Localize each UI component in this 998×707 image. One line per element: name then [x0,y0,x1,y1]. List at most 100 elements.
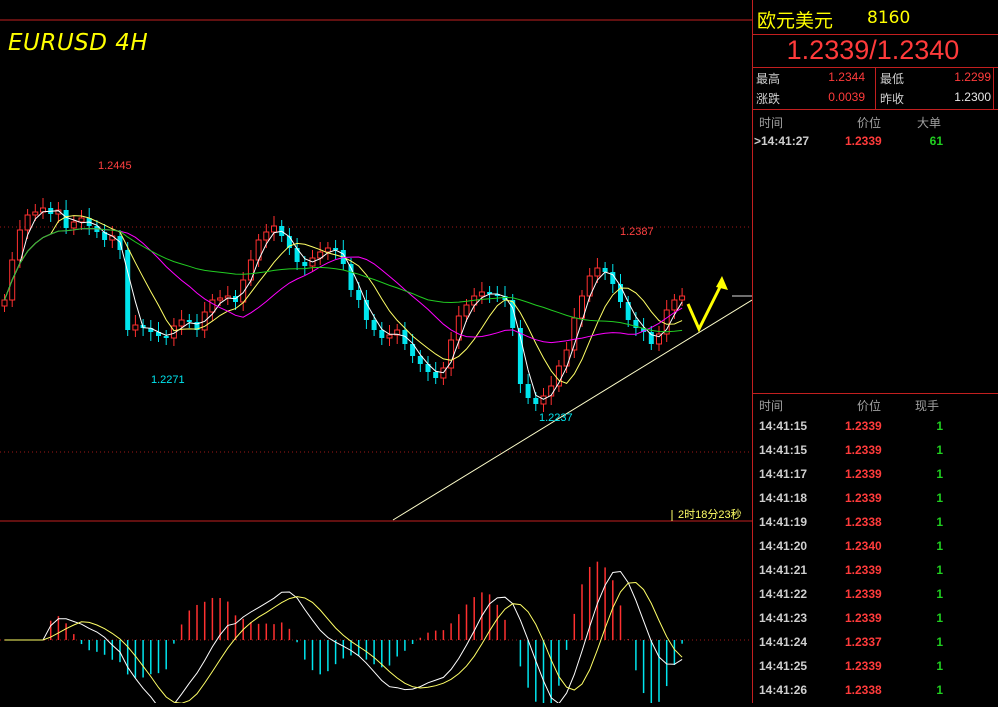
candle-body [271,225,277,233]
tick-time: 14:41:25 [759,659,808,673]
macd-group [4,561,683,703]
tick-volume: 1 [936,611,943,625]
candle-body [433,372,439,378]
low-price-label-left: 1.2271 [151,374,185,386]
candle-body [533,398,539,404]
candle-body [386,334,393,339]
tick-volume: 1 [936,635,943,649]
candle-body [478,291,485,297]
candle-body [209,299,216,313]
tick-row[interactable]: 14:41:25 1.2339 1 [753,659,998,683]
candle-body [371,320,377,330]
candle-body [594,267,601,277]
tick-time: 14:41:19 [759,515,808,529]
quote-panel: 欧元美元 8160 1.2339/1.2340 最高 1.2344 最低 1.2… [752,0,998,703]
symbol-title: EURUSD 4H [8,30,149,56]
candle-body [679,295,686,301]
tick-price: 1.2337 [845,635,882,649]
candle-body [263,231,270,241]
tick-time: 14:41:15 [759,443,808,457]
candle-body [324,247,331,253]
divider [753,393,998,394]
candle-body [1,299,8,307]
tick-volume: 1 [936,563,943,577]
tick-time: 14:41:15 [759,419,808,433]
tick-price-header: 价位 [857,399,882,413]
tick-price: 1.2339 [845,443,882,457]
big-order-time: >14:41:27 [754,134,810,148]
candlestick-chart[interactable] [0,0,752,703]
tick-time: 14:41:26 [759,683,808,697]
candle-body [240,279,247,303]
tick-time: 14:41:20 [759,539,808,553]
tick-row[interactable]: 14:41:26 1.2338 1 [753,683,998,707]
candle-body [78,217,85,223]
tick-row[interactable]: 14:41:20 1.2340 1 [753,539,998,563]
low-price-label-mid: 1.2237 [539,412,573,424]
tick-volume: 1 [936,515,943,529]
candle-body [178,319,185,327]
tick-volume: 1 [936,659,943,673]
tick-price: 1.2339 [845,659,882,673]
big-order-row[interactable]: >14:41:27 1.2339 61 [753,134,998,158]
tick-row[interactable]: 14:41:15 1.2339 1 [753,419,998,443]
candle-body [186,320,192,322]
tick-row[interactable]: 14:41:24 1.2337 1 [753,635,998,659]
divider [875,67,876,109]
tick-row[interactable]: 14:41:19 1.2338 1 [753,515,998,539]
tick-volume: 1 [936,683,943,697]
big-order-volume-header: 大单 [917,116,942,130]
tick-time: 14:41:24 [759,635,808,649]
candle-body [294,248,300,262]
big-order-volume: 61 [929,134,943,148]
candle-body [379,330,385,338]
candle-body [24,214,31,231]
candle-body [463,304,470,317]
tick-row[interactable]: 14:41:18 1.2339 1 [753,491,998,515]
tick-row[interactable]: 14:41:21 1.2339 1 [753,563,998,587]
high-price-label-right: 1.2387 [620,226,654,238]
change-value: 0.0039 [828,90,865,104]
big-order-price: 1.2339 [845,134,882,148]
bid-ask-price: 1.2339/1.2340 [786,35,960,65]
tick-volume: 1 [936,491,943,505]
tick-time: 14:41:22 [759,587,808,601]
low-label: 最低 [880,72,905,86]
candle-body [125,250,131,330]
tick-row[interactable]: 14:41:23 1.2339 1 [753,611,998,635]
candle-body [32,211,39,216]
big-order-time-header: 时间 [759,116,784,130]
tick-volume: 1 [936,419,943,433]
tick-time: 14:41:17 [759,467,808,481]
candle-body [648,332,654,344]
candle-body [163,336,169,338]
candle-body [602,268,608,272]
candle-body [302,262,308,266]
low-value: 1.2299 [954,70,991,84]
tick-volume: 1 [936,539,943,553]
instrument-name: 欧元美元 [757,10,834,32]
tick-price: 1.2339 [845,467,882,481]
tick-volume: 1 [936,467,943,481]
instrument-code: 8160 [867,8,911,28]
tick-row[interactable]: 14:41:17 1.2339 1 [753,467,998,491]
candle-body [132,324,139,331]
tick-time: 14:41:21 [759,563,808,577]
candles-group [1,198,686,412]
tick-time-header: 时间 [759,399,784,413]
divider [993,67,994,109]
tick-price: 1.2339 [845,587,882,601]
projection-arrow [686,282,724,333]
tick-volume-header: 现手 [915,399,940,413]
high-label: 最高 [756,72,781,86]
tick-price: 1.2339 [845,491,882,505]
high-value: 1.2344 [828,70,865,84]
tick-price: 1.2339 [845,563,882,577]
divider [753,109,998,110]
tick-price: 1.2338 [845,515,882,529]
tick-row[interactable]: 14:41:15 1.2339 1 [753,443,998,467]
tick-row[interactable]: 14:41:22 1.2339 1 [753,587,998,611]
tick-time: 14:41:18 [759,491,808,505]
candle-body [540,395,547,405]
chart-area[interactable]: EURUSD 4H 1.2445 1.2271 1.2237 1.2387 2时… [0,0,752,703]
